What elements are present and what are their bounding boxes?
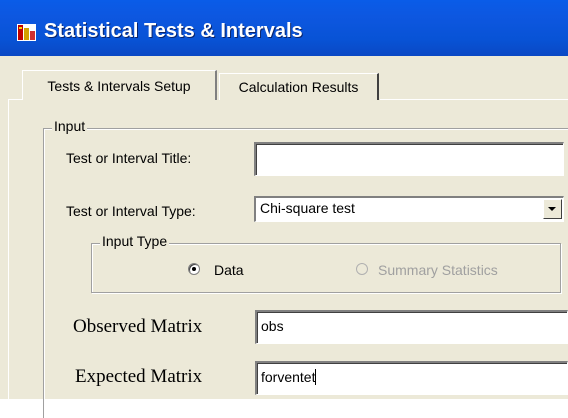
radio-summary-statistics bbox=[356, 263, 368, 275]
expected-matrix-value: forventet bbox=[261, 369, 316, 385]
tab-label: Calculation Results bbox=[238, 79, 359, 95]
input-type-legend: Input Type bbox=[100, 233, 170, 249]
expected-matrix-label: Expected Matrix bbox=[75, 366, 203, 387]
text-caret bbox=[315, 369, 317, 385]
observed-matrix-value: obs bbox=[261, 318, 284, 334]
tab-strip-divider bbox=[380, 99, 568, 100]
tab-tests-intervals-setup[interactable]: Tests & Intervals Setup bbox=[22, 70, 217, 100]
statistical-tests-window: Statistical Tests & Intervals Tests & In… bbox=[0, 0, 568, 418]
test-type-selected-value: Chi-square test bbox=[260, 200, 355, 216]
tab-calculation-results[interactable]: Calculation Results bbox=[219, 73, 379, 100]
chevron-down-icon bbox=[548, 207, 556, 211]
tab-page-border bbox=[8, 100, 9, 399]
test-type-select[interactable]: Chi-square test bbox=[254, 196, 564, 222]
test-type-dropdown-button[interactable] bbox=[543, 199, 562, 219]
tab-strip-divider bbox=[8, 99, 22, 100]
radio-data-label[interactable]: Data bbox=[214, 262, 244, 278]
radio-summary-statistics-label: Summary Statistics bbox=[378, 262, 498, 278]
observed-matrix-label: Observed Matrix bbox=[73, 316, 203, 337]
tab-label: Tests & Intervals Setup bbox=[47, 78, 191, 94]
observed-matrix-input[interactable]: obs bbox=[255, 310, 568, 344]
app-icon bbox=[17, 24, 36, 41]
test-type-label: Test or Interval Type: bbox=[66, 203, 196, 219]
input-group-legend: Input bbox=[52, 118, 88, 134]
test-title-input[interactable] bbox=[254, 142, 564, 176]
radio-selected-dot bbox=[192, 267, 196, 271]
expected-matrix-input[interactable]: forventet bbox=[255, 361, 568, 395]
radio-data[interactable] bbox=[188, 263, 200, 275]
title-bar[interactable]: Statistical Tests & Intervals bbox=[0, 0, 568, 56]
test-title-label: Test or Interval Title: bbox=[66, 150, 192, 166]
window-title: Statistical Tests & Intervals bbox=[44, 20, 303, 42]
